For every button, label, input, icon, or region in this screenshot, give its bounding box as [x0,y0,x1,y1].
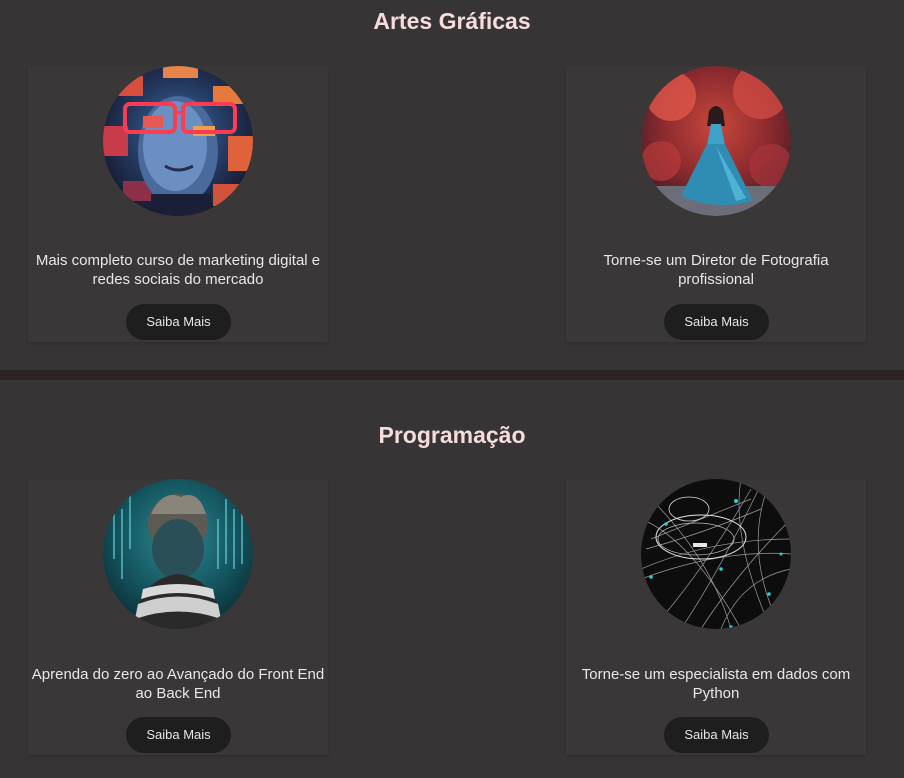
saiba-mais-button[interactable]: Saiba Mais [664,304,769,340]
saiba-mais-button[interactable]: Saiba Mais [126,717,231,753]
section-title: Artes Gráficas [373,8,531,34]
course-description: Torne-se um especialista em dados com Py… [581,666,851,702]
section-artes-graficas: Artes Gráficas Mais completo curso de ma… [0,0,904,370]
section-divider [0,370,904,380]
course-image [641,479,791,629]
course-image [103,479,253,629]
course-card: Mais completo curso de marketing digital… [28,66,328,342]
course-image [103,66,253,216]
section-programacao: Programação Aprenda do zero ao Avançado … [0,380,904,778]
course-description: Aprenda do zero ao Avançado do Front End… [31,666,325,702]
boy-code-image [103,479,253,629]
course-card: Torne-se um Diretor de Fotografia profis… [566,66,866,342]
course-card: Aprenda do zero ao Avançado do Front End… [28,479,328,755]
saiba-mais-button[interactable]: Saiba Mais [664,717,769,753]
page: Artes Gráficas Mais completo curso de ma… [0,0,904,778]
course-description: Mais completo curso de marketing digital… [35,252,321,288]
section-title: Programação [378,422,526,448]
course-description: Torne-se um Diretor de Fotografia profis… [603,252,829,288]
course-image [641,66,791,216]
course-card: Torne-se um especialista em dados com Py… [566,479,866,755]
woman-forest-image [641,66,791,216]
data-network-image [641,479,791,629]
glitch-portrait-image [103,66,253,216]
saiba-mais-button[interactable]: Saiba Mais [126,304,231,340]
